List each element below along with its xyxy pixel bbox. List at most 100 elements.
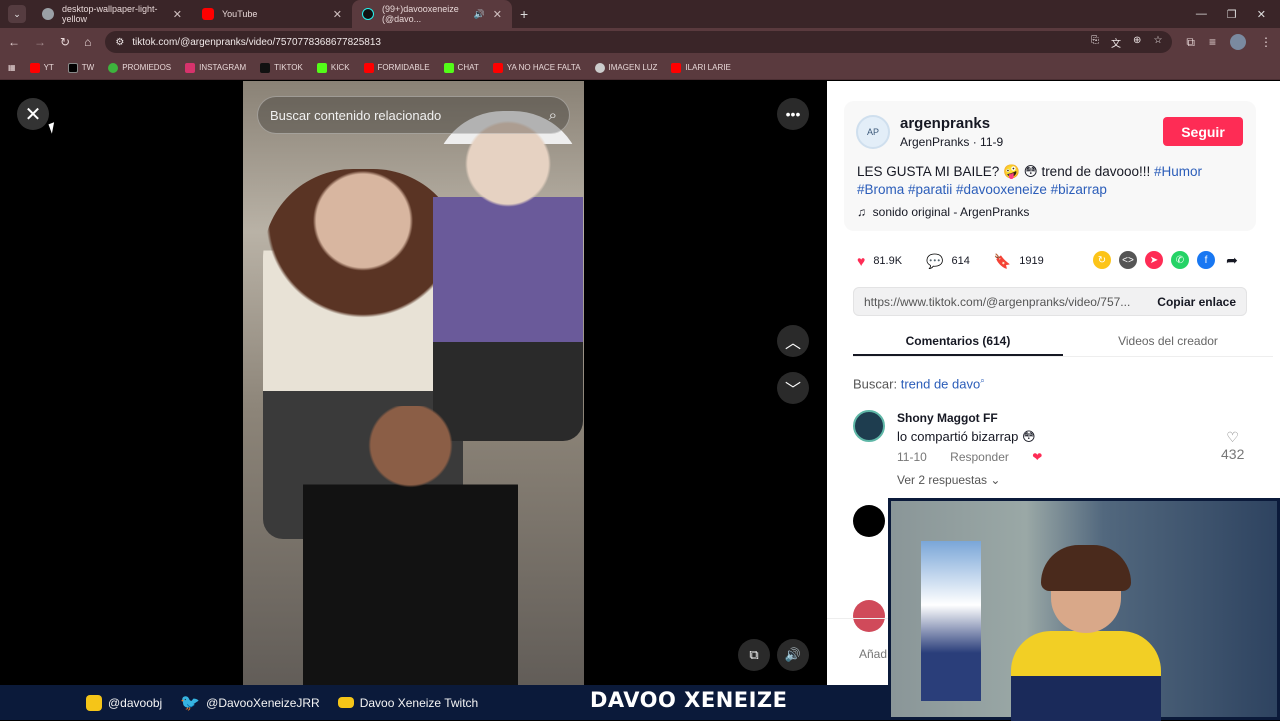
next-video-button[interactable]: ﹀ — [777, 372, 809, 404]
comment-like-button[interactable]: ♡ 432 — [1221, 429, 1244, 462]
star-icon[interactable]: ☆ — [1153, 35, 1162, 50]
close-tab-icon[interactable]: ✕ — [333, 8, 342, 21]
hashtag-link[interactable]: #Broma #paratii #davooxeneize #bizarrap — [857, 182, 1107, 197]
video-frame-person — [303, 406, 518, 685]
close-window-icon[interactable]: ✕ — [1257, 8, 1266, 21]
reload-icon[interactable]: ↻ — [60, 35, 70, 49]
video-player[interactable] — [243, 81, 584, 685]
bookmark-tw[interactable]: TW — [67, 62, 95, 73]
bookmark-yt[interactable]: YT — [29, 62, 54, 73]
like-button[interactable]: ♥ 81.9K — [857, 253, 902, 269]
tab-search-button[interactable]: ⌄ — [8, 5, 26, 23]
browser-toolbar: ← → ↻ ⌂ ⚙ tiktok.com/@argenpranks/video/… — [0, 28, 1280, 56]
comment-icon: 💬 — [926, 252, 944, 269]
youtube-icon — [337, 697, 354, 708]
repost-icon[interactable]: ↻ — [1093, 251, 1111, 269]
avatar[interactable]: AP — [856, 115, 890, 149]
save-button[interactable]: 🔖 1919 — [994, 253, 1044, 270]
new-tab-button[interactable]: + — [520, 6, 528, 22]
comment-meta: 11-10 Responder ❤ — [897, 450, 1062, 464]
back-icon[interactable]: ← — [8, 35, 20, 49]
more-options-icon[interactable]: ••• — [777, 98, 809, 130]
bookmark-ilari-larie[interactable]: ILARI LARIE — [671, 62, 731, 73]
webcam-person — [1011, 631, 1161, 721]
comment-like-count: 432 — [1221, 446, 1245, 462]
speaker-icon[interactable]: 🔊 — [474, 9, 485, 20]
close-tab-icon[interactable]: ✕ — [493, 8, 502, 21]
tiktok-icon — [362, 8, 374, 20]
tab-tiktok[interactable]: (99+)davooxeneize (@davo... 🔊 ✕ — [352, 0, 512, 28]
url-text: tiktok.com/@argenpranks/video/7570778368… — [132, 36, 381, 48]
bookmark-ya-no-hace-falta[interactable]: YA NO HACE FALTA — [492, 62, 581, 73]
video-description: LES GUSTA MI BAILE? 🤪 😳 trend de davooo!… — [857, 163, 1247, 199]
bookmark-promiedos[interactable]: PROMIEDOS — [108, 62, 172, 73]
bookmark-label: KICK — [330, 63, 350, 72]
close-button[interactable]: ✕ — [17, 98, 49, 130]
comment-author[interactable]: Shony Maggot FF — [897, 411, 998, 425]
share-icon[interactable]: ➦ — [1223, 251, 1241, 269]
sound-link[interactable]: ♫ sonido original - ArgenPranks — [857, 205, 1029, 219]
translate-icon[interactable]: 文 — [1111, 35, 1121, 50]
extensions-icon[interactable]: ⧉ — [1186, 35, 1195, 50]
author-username[interactable]: argenpranks — [900, 115, 990, 132]
media-icon[interactable]: ≡ — [1209, 35, 1216, 49]
previous-video-button[interactable]: ︿ — [777, 325, 809, 357]
suggested-search-term[interactable]: trend de davo — [901, 376, 981, 391]
home-icon[interactable]: ⌂ — [84, 35, 91, 49]
video-link-field[interactable]: https://www.tiktok.com/@argenpranks/vide… — [853, 287, 1247, 316]
bookmark-label: CHAT — [457, 63, 479, 72]
tab-comments[interactable]: Comentarios (614) — [853, 326, 1063, 356]
volume-icon[interactable]: 🔊 — [777, 639, 809, 671]
avatar[interactable] — [853, 505, 885, 537]
forward-icon[interactable]: → — [34, 35, 46, 49]
bookmark-label: TW — [81, 63, 95, 72]
whatsapp-icon[interactable]: ✆ — [1171, 251, 1189, 269]
menu-icon[interactable]: ⋮ — [1260, 35, 1272, 49]
author-display-name: ArgenPranks · 11-9 — [900, 135, 1004, 149]
close-tab-icon[interactable]: ✕ — [173, 8, 182, 21]
comment-button[interactable]: 💬 614 — [926, 253, 970, 270]
tab-youtube[interactable]: YouTube ✕ — [192, 0, 352, 28]
zoom-icon[interactable]: ⊕ — [1133, 35, 1141, 50]
search-icon[interactable]: ⌕ — [549, 107, 557, 124]
install-icon[interactable]: ⎘ — [1091, 35, 1099, 50]
avatar[interactable] — [853, 410, 885, 442]
video-link-text: https://www.tiktok.com/@argenpranks/vide… — [864, 294, 1131, 309]
address-bar[interactable]: ⚙ tiktok.com/@argenpranks/video/75707783… — [105, 31, 1173, 53]
bookmark-tiktok[interactable]: TIKTOK — [260, 62, 303, 73]
profile-avatar[interactable] — [1230, 34, 1246, 50]
bookmark-label: PROMIEDOS — [122, 63, 172, 72]
floating-player-icon[interactable]: ⧉ — [738, 639, 770, 671]
search-placeholder: Buscar contenido relacionado — [270, 107, 442, 123]
bookmark-kick[interactable]: KICK — [316, 62, 350, 73]
bookmark-imagen-luz[interactable]: IMAGEN LUZ — [594, 62, 657, 73]
video-viewer — [0, 81, 827, 685]
twitter-icon: 🐦 — [180, 694, 201, 712]
bookmark-instagram[interactable]: INSTAGRAM — [185, 62, 246, 73]
hashtag-link[interactable]: #Humor — [1154, 164, 1202, 179]
restore-icon[interactable]: ❐ — [1227, 8, 1237, 21]
view-replies-button[interactable]: Ver 2 respuestas ⌄ — [897, 473, 1000, 487]
site-info-icon[interactable]: ⚙ — [115, 37, 124, 48]
send-icon[interactable]: ➤ — [1145, 251, 1163, 269]
framed-jersey — [921, 541, 981, 701]
browser-tab-strip: ⌄ desktop-wallpaper-light-yellow ✕ YouTu… — [0, 0, 1280, 28]
bookmark-label: FORMIDABLE — [377, 63, 430, 72]
add-comment-placeholder: Añad — [859, 647, 888, 661]
embed-icon[interactable]: <> — [1119, 251, 1137, 269]
facebook-icon[interactable]: f — [1197, 251, 1215, 269]
search-icon: ⌕ — [980, 376, 985, 385]
bookmark-chat[interactable]: CHAT — [443, 62, 479, 73]
stream-brand: DAVOO XENEIZE — [590, 688, 788, 712]
bookmark-label: YA NO HACE FALTA — [506, 63, 581, 72]
apps-icon[interactable]: ▦ — [8, 63, 16, 72]
panel-tabs: Comentarios (614) Videos del creador — [853, 326, 1273, 357]
minimize-icon[interactable]: — — [1196, 8, 1207, 21]
tab-creator-videos[interactable]: Videos del creador — [1063, 326, 1273, 356]
follow-button[interactable]: Seguir — [1163, 117, 1243, 146]
bookmark-formidable[interactable]: FORMIDABLE — [363, 62, 430, 73]
reply-button[interactable]: Responder — [950, 450, 1009, 464]
copy-link-button[interactable]: Copiar enlace — [1157, 295, 1236, 309]
related-search-input[interactable]: Buscar contenido relacionado ⌕ — [257, 96, 570, 134]
tab-wallpaper[interactable]: desktop-wallpaper-light-yellow ✕ — [32, 0, 192, 28]
